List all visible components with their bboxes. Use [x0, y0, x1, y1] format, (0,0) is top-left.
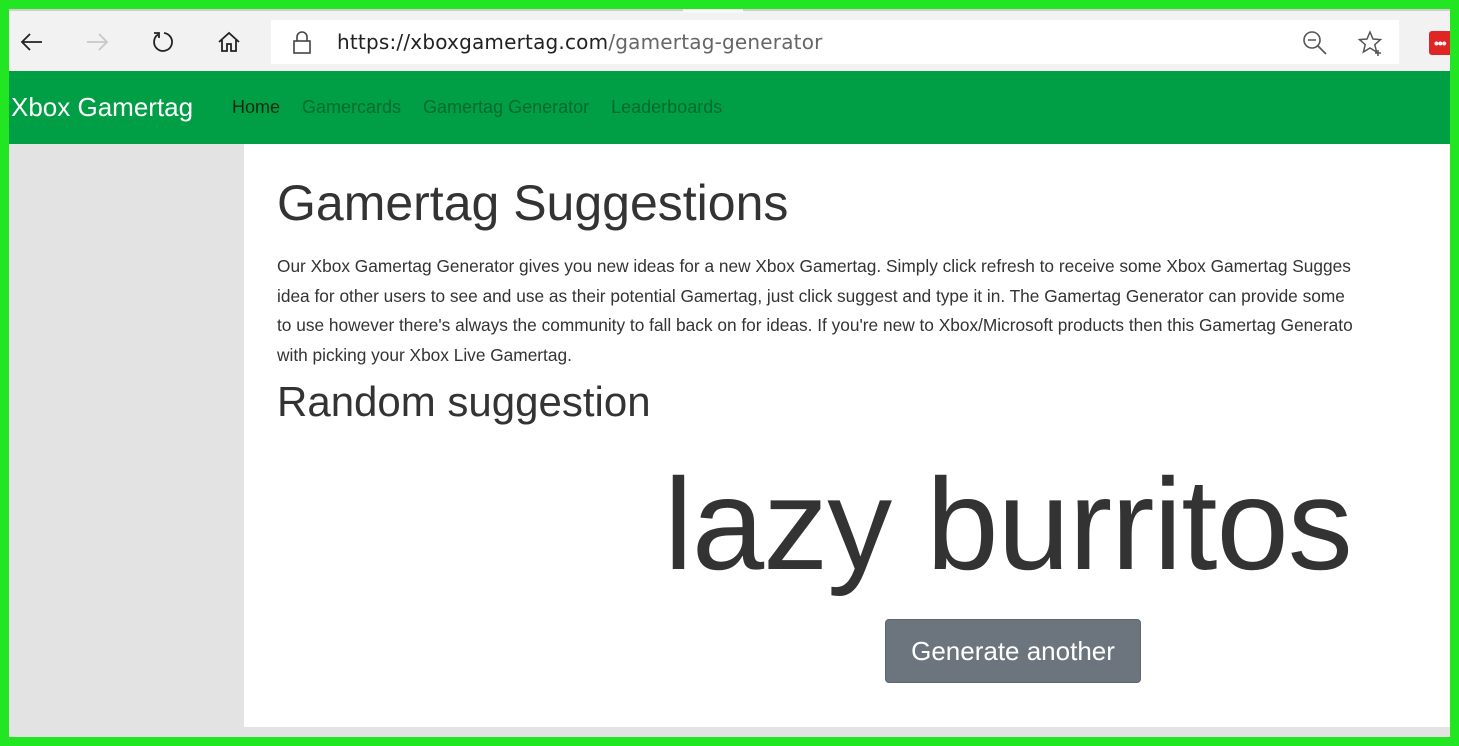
nav-links: Home Gamercards Gamertag Generator Leade… — [232, 71, 744, 144]
browser-toolbar: https://xboxgamertag.com/gamertag-genera… — [9, 9, 1450, 73]
more-dots-icon: ••• — [1434, 35, 1447, 51]
forward-button[interactable] — [80, 25, 114, 59]
nav-link-gamertag-generator[interactable]: Gamertag Generator — [423, 97, 589, 118]
url-path: /gamertag-generator — [608, 30, 823, 54]
generate-another-button[interactable]: Generate another — [885, 619, 1141, 683]
arrow-left-icon — [20, 33, 42, 51]
site-navbar: Xbox Gamertag Home Gamercards Gamertag G… — [9, 71, 1450, 144]
refresh-button[interactable] — [146, 25, 180, 59]
refresh-icon — [153, 32, 173, 52]
intro-line: idea for other users to see and use as t… — [277, 285, 1345, 306]
intro-line: Our Xbox Gamertag Generator gives you ne… — [277, 256, 1351, 276]
star-plus-icon[interactable] — [1356, 29, 1384, 57]
intro-line: with picking your Xbox Live Gamertag. — [277, 344, 572, 365]
home-icon — [218, 31, 240, 52]
url-text[interactable]: https://xboxgamertag.com/gamertag-genera… — [337, 20, 823, 64]
address-bar[interactable]: https://xboxgamertag.com/gamertag-genera… — [271, 20, 1399, 64]
intro-line: to use however there's always the commun… — [277, 315, 1353, 335]
gamertag-suggestion: lazy burritos — [664, 451, 1353, 597]
back-button[interactable] — [15, 25, 49, 59]
nav-link-home[interactable]: Home — [232, 97, 280, 118]
nav-link-gamercards[interactable]: Gamercards — [302, 97, 401, 118]
nav-link-leaderboards[interactable]: Leaderboards — [611, 97, 722, 118]
home-button[interactable] — [212, 25, 246, 59]
section-heading: Random suggestion — [277, 378, 651, 425]
url-host: https://xboxgamertag.com — [337, 30, 609, 54]
site-brand[interactable]: Xbox Gamertag — [11, 71, 193, 144]
lock-icon — [293, 31, 311, 54]
page-bottom-edge — [244, 727, 1450, 737]
main-content: Gamertag Suggestions Our Xbox Gamertag G… — [244, 144, 1450, 727]
browser-window: https://xboxgamertag.com/gamertag-genera… — [9, 9, 1450, 737]
zoom-out-icon[interactable] — [1301, 29, 1329, 57]
extension-button[interactable]: ••• — [1429, 31, 1450, 55]
arrow-right-icon — [87, 33, 109, 51]
intro-paragraph: Our Xbox Gamertag Generator gives you ne… — [277, 252, 1450, 370]
left-sidebar — [9, 144, 244, 737]
page-title: Gamertag Suggestions — [277, 175, 789, 231]
tab-indicator — [683, 9, 743, 13]
